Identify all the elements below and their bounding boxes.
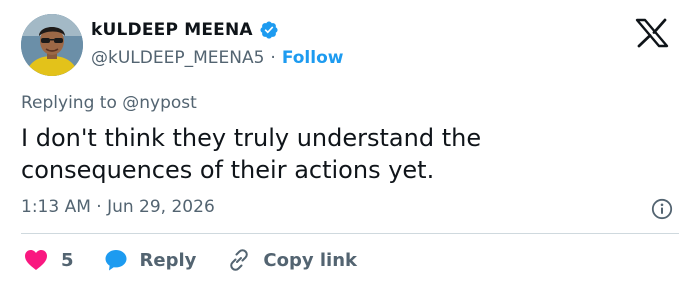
verified-badge-icon bbox=[259, 20, 279, 40]
link-icon bbox=[226, 247, 252, 273]
tweet-text: I don't think they truly understand the … bbox=[21, 124, 482, 184]
heart-icon bbox=[24, 249, 48, 271]
follow-button[interactable]: Follow bbox=[282, 48, 344, 68]
copy-link-label: Copy link bbox=[263, 249, 357, 271]
like-button[interactable]: 5 bbox=[24, 249, 74, 271]
handle-separator: · bbox=[270, 48, 276, 68]
copy-link-button[interactable]: Copy link bbox=[226, 247, 357, 273]
author-handle-row: @kULDEEP_MEENA5 · Follow bbox=[91, 48, 343, 68]
tweet-timestamp[interactable]: 1:13 AM · Jun 29, 2026 bbox=[21, 197, 215, 217]
author-handle[interactable]: @kULDEEP_MEENA5 bbox=[91, 48, 264, 68]
like-count: 5 bbox=[61, 249, 74, 271]
reply-button[interactable]: Reply bbox=[104, 248, 197, 272]
avatar[interactable] bbox=[21, 14, 83, 76]
author-name-row: kULDEEP MEENA bbox=[91, 20, 279, 40]
author-display-name[interactable]: kULDEEP MEENA bbox=[91, 20, 253, 40]
action-bar: 5 Reply Copy link bbox=[24, 247, 357, 273]
replying-to-label[interactable]: Replying to @nypost bbox=[21, 93, 197, 113]
reply-label: Reply bbox=[139, 249, 197, 271]
info-icon[interactable] bbox=[651, 198, 673, 220]
x-logo-icon[interactable] bbox=[634, 18, 670, 48]
avatar-image bbox=[21, 14, 83, 76]
divider bbox=[21, 233, 679, 234]
speech-bubble-icon bbox=[104, 248, 128, 272]
